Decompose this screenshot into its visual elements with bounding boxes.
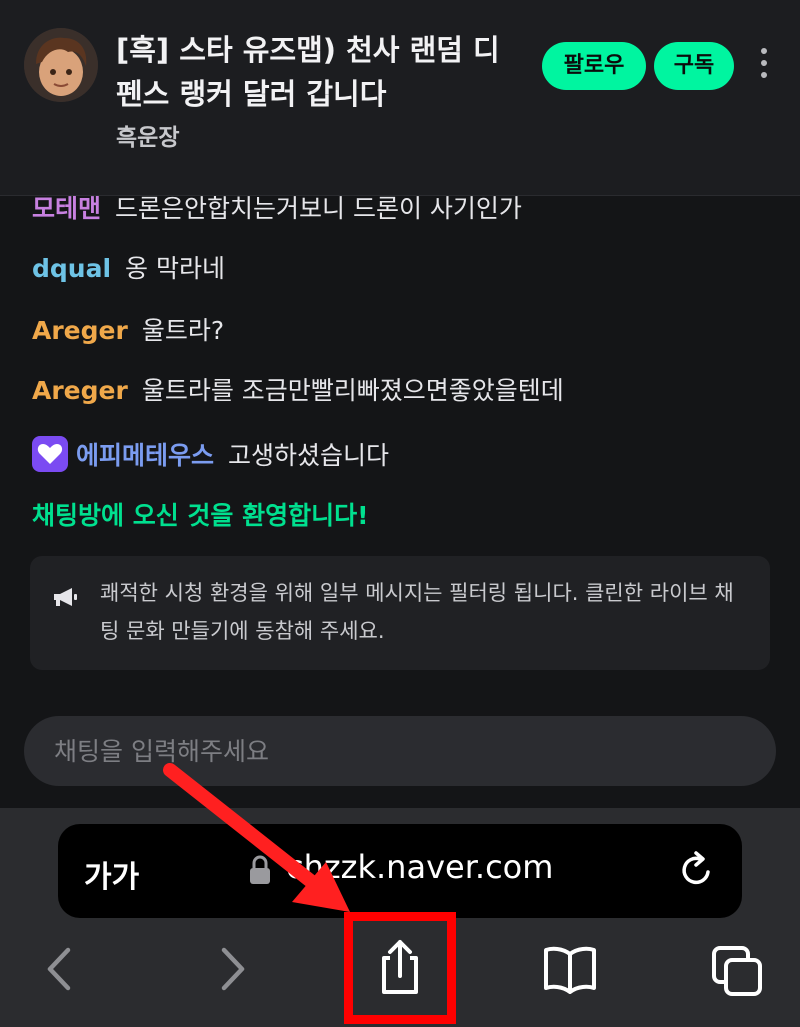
chat-text: 고생하셨습니다 — [228, 441, 390, 470]
share-highlight-box — [344, 912, 456, 1024]
chat-nickname[interactable]: dqual — [32, 254, 111, 283]
chat-message: 에피메테우스 고생하셨습니다 — [32, 436, 389, 473]
heart-badge-icon — [32, 436, 68, 472]
chat-text: 드론은안합치는거보니 드론이 사기인가 — [115, 196, 522, 223]
chat-notice: 쾌적한 시청 환경을 위해 일부 메시지는 필터링 됩니다. 클린한 라이브 채… — [30, 556, 770, 670]
chat-input[interactable] — [54, 716, 744, 786]
channel-name[interactable]: 흑운장 — [116, 118, 179, 152]
chat-message: Areger 울트라? — [32, 314, 224, 348]
tabs-icon[interactable] — [708, 934, 768, 1004]
text-size-button[interactable]: 가가 — [84, 852, 139, 896]
chat-text: 옹 막라네 — [125, 254, 225, 283]
chat-message: 모테맨 드론은안합치는거보니 드론이 사기인가 — [32, 196, 522, 226]
stream-header: [흑] 스타 유즈맵) 천사 랜덤 디펜스 랭커 달러 갑니다 흑운장 팔로우 … — [0, 0, 800, 196]
notice-text: 쾌적한 시청 환경을 위해 일부 메시지는 필터링 됩니다. 클린한 라이브 채… — [100, 581, 734, 643]
forward-button[interactable] — [210, 934, 254, 1004]
chat-nickname[interactable]: 모테맨 — [32, 196, 101, 223]
chat-text: 울트라? — [141, 316, 225, 345]
chat-message: dqual 옹 막라네 — [32, 252, 225, 286]
url-text[interactable]: chzzk.naver.com — [286, 848, 553, 886]
chat-nickname[interactable]: Areger — [32, 316, 128, 345]
lock-icon — [248, 854, 272, 886]
chat-message: Areger 울트라를 조금만빨리빠졌으면좋았을텐데 — [32, 374, 564, 408]
chat-panel: 모테맨 드론은안합치는거보니 드론이 사기인가 dqual 옹 막라네 Areger… — [0, 196, 800, 808]
back-button[interactable] — [38, 934, 82, 1004]
bookmarks-icon[interactable] — [540, 934, 600, 1004]
chat-input-box[interactable] — [24, 716, 776, 786]
chat-nickname[interactable]: 에피메테우스 — [76, 441, 214, 470]
megaphone-icon — [52, 586, 78, 608]
follow-button[interactable]: 팔로우 — [542, 42, 646, 90]
chat-nickname[interactable]: Areger — [32, 376, 128, 405]
welcome-message: 채팅방에 오신 것을 환영합니다! — [32, 501, 369, 530]
reload-icon[interactable] — [678, 850, 716, 890]
subscribe-button[interactable]: 구독 — [654, 42, 734, 90]
address-bar[interactable]: 가가 chzzk.naver.com — [58, 824, 742, 918]
stream-title: [흑] 스타 유즈맵) 천사 랜덤 디펜스 랭커 달러 갑니다 — [116, 33, 500, 111]
streamer-avatar[interactable] — [24, 28, 98, 102]
more-options-icon[interactable] — [752, 48, 776, 84]
chat-text: 울트라를 조금만빨리빠졌으면좋았을텐데 — [141, 376, 564, 405]
